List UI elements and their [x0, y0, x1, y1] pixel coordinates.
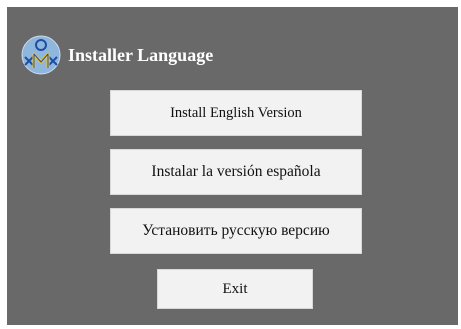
- window-title: Installer Language: [68, 44, 214, 65]
- installer-logo-icon: [21, 35, 61, 75]
- install-russian-button[interactable]: Установить русскую версию: [110, 208, 362, 254]
- exit-button[interactable]: Exit: [157, 269, 313, 309]
- title-bar: Installer Language: [21, 35, 213, 75]
- installer-language-window: Installer Language Install English Versi…: [7, 7, 458, 325]
- install-spanish-button[interactable]: Instalar la versión española: [110, 149, 362, 195]
- install-english-button[interactable]: Install English Version: [110, 90, 362, 136]
